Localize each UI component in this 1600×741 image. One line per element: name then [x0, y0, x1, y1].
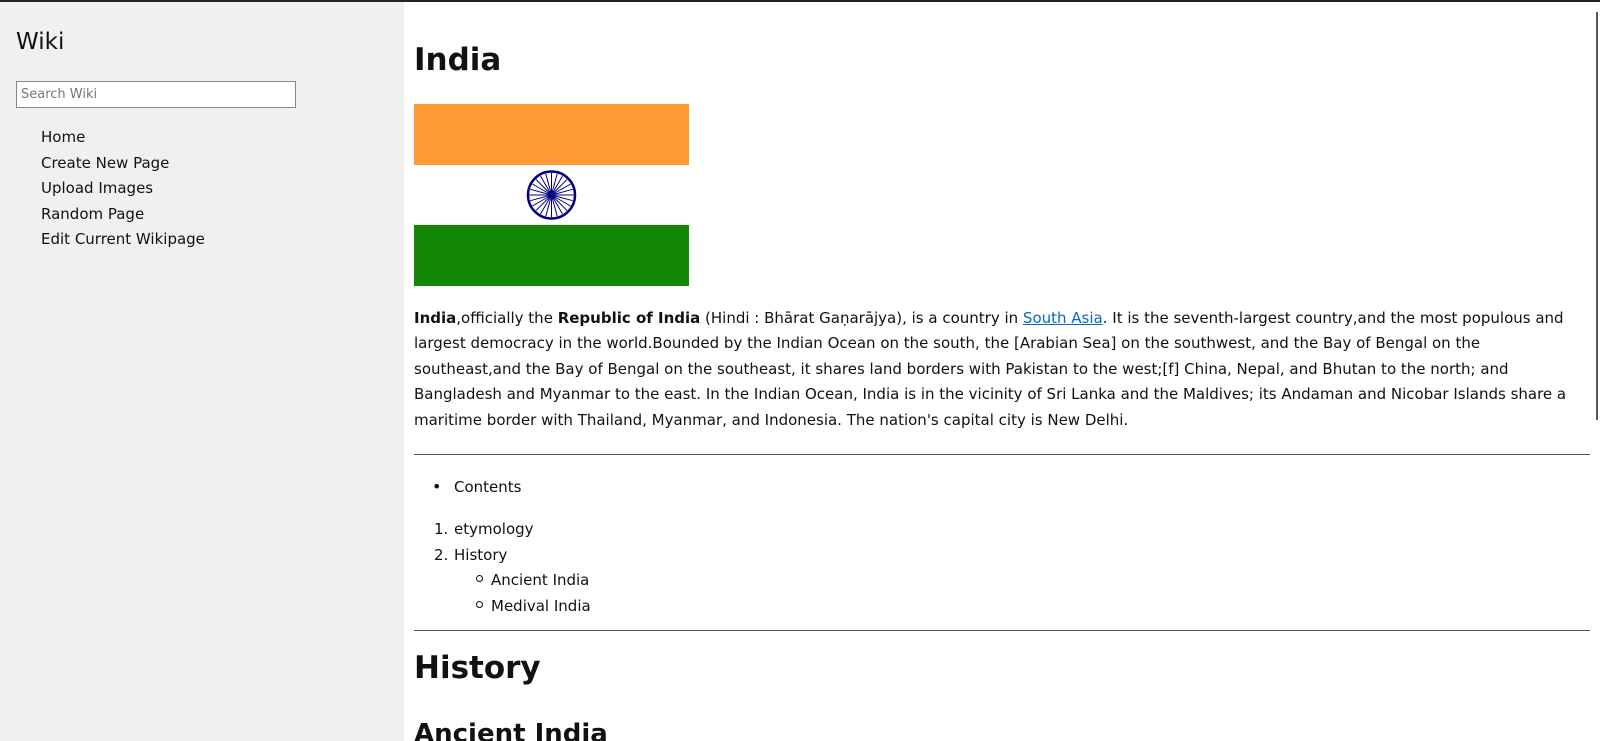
intro-term: India — [414, 309, 457, 327]
intro-paragraph: India,officially the Republic of India (… — [414, 306, 1590, 433]
site-title[interactable]: Wiki — [16, 29, 64, 55]
scrollbar-thumb[interactable] — [1596, 12, 1598, 420]
divider-bottom — [414, 630, 1590, 631]
toc-item-ancient-india[interactable]: Ancient India — [434, 568, 591, 594]
toc-history-subsections: Ancient India Medival India — [434, 568, 591, 619]
contents-label: Contents — [432, 477, 521, 496]
intro-text-2: (Hindi : Bhārat Gaṇarājya), is a country… — [700, 309, 1023, 327]
page-scrollbar[interactable] — [1590, 2, 1600, 741]
toc-item-etymology[interactable]: 1. etymology — [434, 517, 591, 543]
article-content: India India,officially the Republic of I… — [414, 2, 1590, 741]
flag-green-band — [414, 225, 689, 286]
nav-random-page[interactable]: Random Page — [41, 202, 205, 228]
table-of-contents: 1. etymology 2. History Ancient India Medi… — [434, 517, 591, 619]
india-flag-image — [414, 104, 689, 286]
history-heading: History — [414, 650, 541, 686]
ancient-india-heading: Ancient India — [414, 719, 608, 741]
divider-top — [414, 454, 1590, 455]
nav-home[interactable]: Home — [41, 125, 205, 151]
contents-heading: Contents — [432, 477, 521, 496]
ashoka-chakra-icon — [526, 170, 577, 220]
intro-text-1: ,officially the — [456, 309, 558, 327]
toc-item-medival-india[interactable]: Medival India — [434, 594, 591, 620]
sidebar-nav: Home Create New Page Upload Images Rando… — [41, 125, 205, 253]
sidebar: Wiki Home Create New Page Upload Images … — [0, 2, 404, 741]
nav-edit-current-wikipage[interactable]: Edit Current Wikipage — [41, 227, 205, 253]
toc-item-history[interactable]: 2. History — [434, 543, 591, 569]
intro-official-name: Republic of India — [557, 309, 701, 327]
nav-upload-images[interactable]: Upload Images — [41, 176, 205, 202]
nav-create-new-page[interactable]: Create New Page — [41, 151, 205, 177]
page-title: India — [414, 42, 502, 78]
flag-saffron-band — [414, 104, 689, 165]
search-input[interactable] — [16, 81, 296, 108]
south-asia-link[interactable]: South Asia — [1023, 309, 1103, 327]
